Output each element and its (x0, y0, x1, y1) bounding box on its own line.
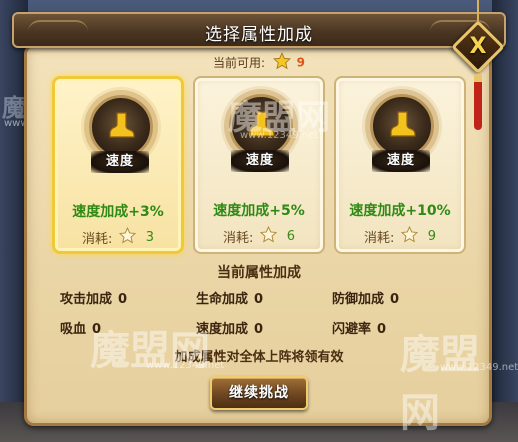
star-icon (400, 225, 418, 247)
stat-value: 0 (390, 292, 400, 307)
stat-attack-bonus: 攻击加成 0 (60, 288, 127, 307)
watermark-url: www.12349.net (146, 360, 225, 371)
star-icon (272, 52, 291, 73)
stat-speed-bonus: 速度加成 0 (196, 318, 263, 337)
emblem-label: 速度 (91, 151, 149, 173)
cost-line: 消耗: 6 (195, 225, 323, 247)
tassel-decoration (474, 74, 482, 130)
stat-value: 0 (118, 292, 128, 307)
stat-lifesteal: 吸血 0 (60, 318, 101, 337)
stat-label: 生命加成 (196, 292, 249, 307)
dialog-title-bar: 选择属性加成 (12, 12, 506, 48)
current-bonus-title: 当前属性加成 (217, 265, 301, 281)
bonus-card-speed-10[interactable]: 速度 速度加成+10% 消耗: 9 (334, 76, 466, 254)
stat-label: 攻击加成 (60, 292, 113, 307)
bonus-text: 速度加成+10% (349, 203, 451, 219)
stat-defense-bonus: 防御加成 0 (332, 288, 399, 307)
stat-label: 吸血 (60, 322, 87, 337)
watermark-url: www.12349.net (240, 130, 319, 141)
watermark-url: www.12349.net (440, 362, 518, 373)
stat-value: 0 (254, 292, 264, 307)
stat-dodge-rate: 闪避率 0 (332, 318, 386, 337)
bonus-card-speed-5[interactable]: 速度 速度加成+5% 消耗: 6 (193, 76, 325, 254)
bonus-card-speed-3[interactable]: 速度 速度加成+3% 消耗: 3 (52, 76, 184, 254)
stat-label: 闪避率 (332, 322, 372, 337)
bonus-text: 速度加成+3% (72, 204, 164, 220)
cost-line: 消耗: 9 (336, 225, 464, 247)
continue-challenge-button[interactable]: 继续挑战 (210, 376, 308, 410)
boot-icon (390, 111, 416, 137)
bonus-text: 速度加成+5% (213, 203, 305, 219)
cost-line: 消耗: 3 (55, 226, 181, 248)
star-icon (118, 226, 136, 248)
stat-value: 0 (377, 322, 387, 337)
speed-emblem (89, 95, 153, 159)
cost-label: 消耗: (364, 231, 395, 246)
stat-value: 0 (254, 322, 264, 337)
stat-label: 速度加成 (196, 322, 249, 337)
cost-value: 6 (286, 229, 295, 244)
dialog-title: 选择属性加成 (205, 25, 313, 45)
boot-icon (109, 112, 135, 138)
available-stars: 当前可用: 9 (0, 52, 518, 73)
emblem-label: 速度 (231, 150, 289, 172)
cost-label: 消耗: (223, 231, 254, 246)
stat-value: 0 (92, 322, 102, 337)
available-label: 当前可用: (212, 56, 266, 70)
stat-label: 防御加成 (332, 292, 385, 307)
stat-hp-bonus: 生命加成 0 (196, 288, 263, 307)
speed-emblem (229, 94, 293, 158)
cost-value: 3 (145, 230, 154, 245)
emblem-label: 速度 (372, 150, 430, 172)
star-icon (259, 225, 277, 247)
speed-emblem (370, 94, 434, 158)
cost-label: 消耗: (82, 232, 113, 247)
available-count: 9 (296, 55, 306, 70)
cost-value: 9 (427, 229, 436, 244)
